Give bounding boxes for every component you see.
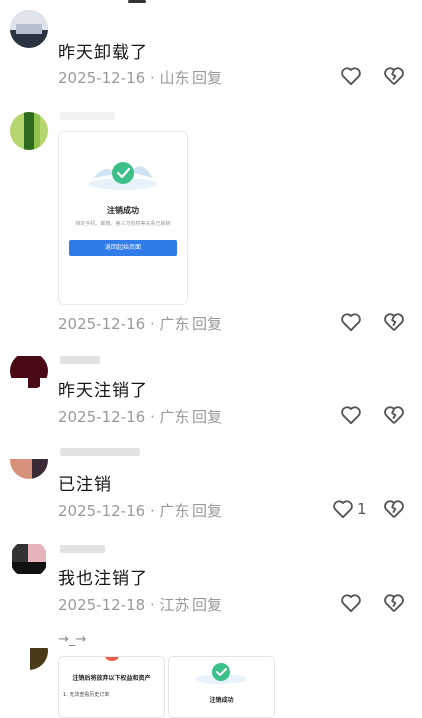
comment-text: 昨天卸载了 — [58, 43, 148, 63]
like-button[interactable] — [340, 66, 362, 86]
avatar[interactable] — [10, 112, 48, 150]
like-count: 1 — [357, 500, 367, 518]
card-description: 绑定手机、邮箱、第三方授权等关系已解绑 — [75, 221, 171, 227]
heart-outline-icon — [341, 594, 361, 613]
like-button[interactable]: 1 — [332, 499, 367, 519]
decoration — [105, 657, 119, 661]
username — [60, 448, 140, 456]
broken-heart-icon[interactable] — [383, 311, 405, 333]
success-check-icon — [89, 162, 157, 190]
comment-meta: 2025-12-16 · 广东 — [58, 315, 190, 333]
return-button: 返回起始页面 — [69, 240, 177, 256]
like-button[interactable] — [340, 593, 362, 613]
username — [60, 112, 115, 120]
username — [60, 545, 105, 553]
image-attachment[interactable]: 注销后将放弃以下权益和资产 1. 无法查看历史订单 — [58, 656, 165, 718]
heart-outline-icon — [333, 500, 353, 519]
heart-outline-icon — [341, 313, 361, 332]
comment-meta: 2025-12-18 · 江苏 — [58, 596, 190, 614]
reply-button[interactable]: 回复 — [192, 594, 222, 615]
broken-heart-icon[interactable] — [383, 65, 405, 87]
reply-button[interactable]: 回复 — [192, 500, 222, 521]
reply-button[interactable]: 回复 — [192, 313, 222, 334]
avatar[interactable] — [10, 10, 48, 48]
comment-text: 昨天注销了 — [58, 381, 148, 401]
avatar[interactable] — [10, 632, 48, 670]
comment-meta: 2025-12-16 · 山东 — [58, 69, 190, 87]
reply-button[interactable]: 回复 — [192, 406, 222, 427]
like-button[interactable] — [340, 312, 362, 332]
like-button[interactable] — [340, 405, 362, 425]
comment-text: 我也注销了 — [58, 569, 148, 589]
broken-heart-icon[interactable] — [383, 404, 405, 426]
heart-outline-icon — [341, 406, 361, 425]
card-title: 注销后将放弃以下权益和资产 — [72, 675, 151, 682]
broken-heart-icon[interactable] — [383, 498, 405, 520]
avatar[interactable] — [10, 352, 48, 390]
reply-button[interactable]: 回复 — [192, 67, 222, 88]
card-title: 注销成功 — [107, 206, 139, 215]
card-item: 1. 无法查看历史订单 — [63, 692, 110, 698]
comment-meta: 2025-12-16 · 广东 — [58, 502, 190, 520]
username: →_→ — [58, 632, 87, 647]
image-attachment[interactable]: 注销成功 — [168, 656, 275, 718]
heart-outline-icon — [341, 67, 361, 86]
image-attachment[interactable]: 注销成功 绑定手机、邮箱、第三方授权等关系已解绑 返回起始页面 — [58, 131, 188, 305]
avatar[interactable] — [10, 441, 48, 479]
success-check-icon — [195, 663, 247, 684]
comment-text: 已注销 — [58, 475, 112, 495]
card-title: 注销成功 — [209, 697, 234, 704]
username — [60, 356, 100, 364]
broken-heart-icon[interactable] — [383, 592, 405, 614]
avatar[interactable] — [10, 540, 48, 578]
scroll-indicator — [128, 0, 146, 3]
comment-meta: 2025-12-16 · 广东 — [58, 408, 190, 426]
